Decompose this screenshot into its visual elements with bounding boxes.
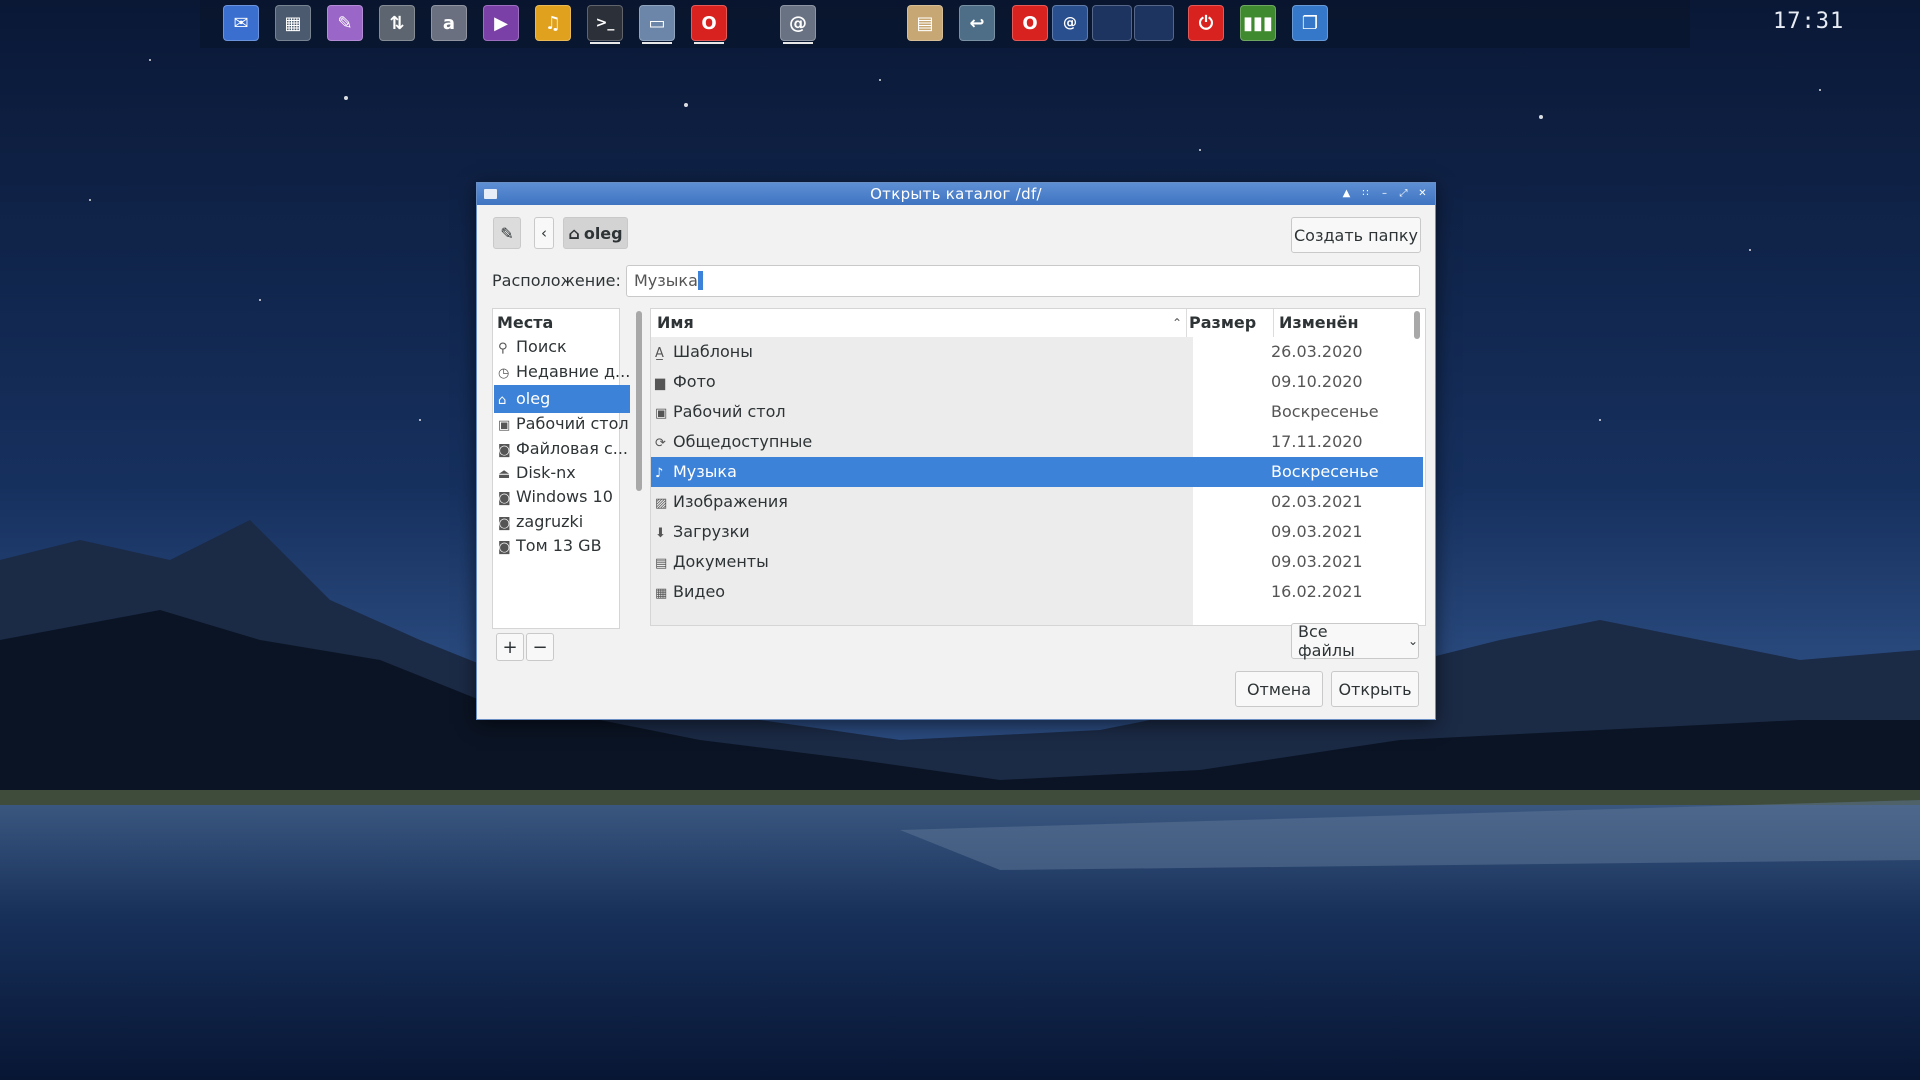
dialog-title: Открыть каталог /df/ (870, 185, 1042, 203)
at-sign-icon[interactable]: a (431, 5, 467, 41)
maximize-icon[interactable]: ⤢ (1397, 183, 1410, 205)
terminal-icon[interactable]: >_ (587, 5, 623, 44)
file-filter-select[interactable]: Все файлы ⌄ (1291, 622, 1419, 660)
opera-browser-icon[interactable]: O (691, 5, 727, 44)
file-manager-icon[interactable]: ▭ (639, 5, 675, 44)
pictures-folder-icon: ▨ (655, 496, 668, 511)
place-windows-10[interactable]: ◙ Windows 10 (494, 483, 630, 511)
chevron-down-icon: ⌄ (1407, 634, 1418, 648)
close-icon[interactable]: ✕ (1416, 183, 1429, 205)
places-toolbar: + − (492, 629, 642, 665)
top-panel: ✉ ▦ ✎ ⇅ a ▶ ♫ >_ ▭ O @ ▤ ↩ O @ ⏻ ▮▮▮ ❐ 1… (200, 0, 1843, 48)
column-header-size[interactable]: Размер (1189, 309, 1256, 337)
location-input[interactable]: Музыка/ (626, 265, 1420, 297)
folder-icon: ▆ (655, 376, 665, 391)
templates-folder-icon: A̲ (655, 346, 664, 361)
location-selected-text: / (697, 271, 704, 290)
edit-location-button[interactable]: ✎ (493, 217, 521, 249)
places-scrollbar[interactable] (636, 311, 642, 491)
documents-folder-icon: ▤ (655, 556, 668, 571)
media-player-icon[interactable]: ▶ (483, 5, 519, 41)
window-list-icon[interactable]: ❐ (1292, 5, 1328, 41)
clock-icon: ◷ (498, 366, 510, 381)
column-separator (1273, 309, 1274, 337)
path-button-label: oleg (583, 223, 623, 243)
opera-task-icon[interactable]: O (1012, 5, 1048, 41)
calculator-icon[interactable]: ▦ (275, 5, 311, 41)
column-header-modified[interactable]: Изменён (1279, 309, 1359, 337)
file-list-scrollbar[interactable] (1414, 311, 1420, 339)
place-recent[interactable]: ◷ Недавние д... (494, 358, 630, 386)
open-button[interactable]: Открыть (1331, 671, 1419, 707)
messenger-apps-icon[interactable]: ✉ (223, 5, 259, 41)
chevron-left-icon: ‹ (541, 224, 547, 242)
power-icon[interactable]: ⏻ (1188, 5, 1224, 41)
add-bookmark-button[interactable]: + (496, 633, 524, 661)
home-icon: ⌂ (568, 223, 580, 243)
file-row-video[interactable]: ▦ Видео 16.02.2021 (651, 577, 1423, 607)
open-folder-dialog: Открыть каталог /df/ ▲ ∷ – ⤢ ✕ ✎ ‹ ⌂ ole… (476, 182, 1436, 720)
video-folder-icon: ▦ (655, 586, 668, 601)
place-desktop[interactable]: ▣ Рабочий стол (494, 410, 630, 438)
audio-equalizer-icon[interactable]: ♫ (535, 5, 571, 41)
window-menu-icon[interactable] (484, 189, 497, 199)
path-button-home[interactable]: ⌂ oleg (563, 217, 628, 249)
pencil-icon: ✎ (500, 223, 514, 243)
file-row-pictures[interactable]: ▨ Изображения 02.03.2021 (651, 487, 1423, 517)
drive-icon: ◙ (498, 540, 511, 555)
create-folder-button[interactable]: Создать папку (1291, 217, 1421, 253)
place-home[interactable]: ⌂ oleg (494, 385, 630, 413)
file-row-templates[interactable]: A̲ Шаблоны 26.03.2020 (651, 337, 1423, 367)
file-row-public[interactable]: ⟳ Общедоступные 17.11.2020 (651, 427, 1423, 457)
desktop-folder-icon: ▣ (655, 406, 668, 421)
remove-bookmark-button[interactable]: − (526, 633, 554, 661)
column-separator (1186, 309, 1187, 337)
file-row-desktop[interactable]: ▣ Рабочий стол Воскресенье (651, 397, 1423, 427)
email-task-icon[interactable]: @ (1052, 5, 1088, 41)
places-sidebar: Места ⚲ Поиск ◷ Недавние д... ⌂ oleg ▣ Рабоч… (492, 308, 630, 629)
file-row-documents[interactable]: ▤ Документы 09.03.2021 (651, 547, 1423, 577)
place-search[interactable]: ⚲ Поиск (494, 333, 630, 361)
places-header: Места (497, 313, 554, 332)
roll-up-icon[interactable]: ▲ (1340, 183, 1353, 205)
location-value: Музыка (634, 271, 698, 290)
column-header-name[interactable]: Имя (657, 309, 1177, 337)
sticky-icon[interactable]: ∷ (1359, 183, 1372, 205)
clock: 17:31 (1773, 9, 1845, 34)
back-arrow-icon[interactable]: ↩ (959, 5, 995, 41)
dialog-titlebar[interactable]: Открыть каталог /df/ ▲ ∷ – ⤢ ✕ (477, 183, 1435, 205)
path-back-button[interactable]: ‹ (534, 217, 554, 249)
file-filter-label: Все файлы (1298, 622, 1355, 660)
minimize-icon[interactable]: – (1378, 183, 1391, 205)
desktop-1-thumbnail-icon[interactable] (1092, 5, 1132, 41)
location-label: Расположение: (492, 271, 621, 290)
paint-palette-icon[interactable]: ✎ (327, 5, 363, 41)
place-volume-13gb[interactable]: ◙ Том 13 GB (494, 532, 630, 560)
sort-ascending-icon: ⌃ (1172, 316, 1183, 330)
file-row-downloads[interactable]: ⬇ Загрузки 09.03.2021 (651, 517, 1423, 547)
music-folder-icon: ♪ (655, 466, 664, 481)
mail-client-icon[interactable]: @ (780, 5, 816, 44)
cancel-button[interactable]: Отмена (1235, 671, 1323, 707)
clipboard-icon[interactable]: ▤ (907, 5, 943, 41)
system-monitor-icon[interactable]: ▮▮▮ (1240, 5, 1276, 41)
file-list: Имя ⌃ Размер Изменён A̲ Шаблоны 26.03.202… (650, 308, 1426, 626)
transfer-arrows-icon[interactable]: ⇅ (379, 5, 415, 41)
file-row-music[interactable]: ♪ Музыка Воскресенье (651, 457, 1423, 487)
downloads-folder-icon: ⬇ (655, 526, 666, 541)
share-folder-icon: ⟳ (655, 436, 666, 451)
file-row-photo[interactable]: ▆ Фото 09.10.2020 (651, 367, 1423, 397)
desktop-2-thumbnail-icon[interactable] (1134, 5, 1174, 41)
